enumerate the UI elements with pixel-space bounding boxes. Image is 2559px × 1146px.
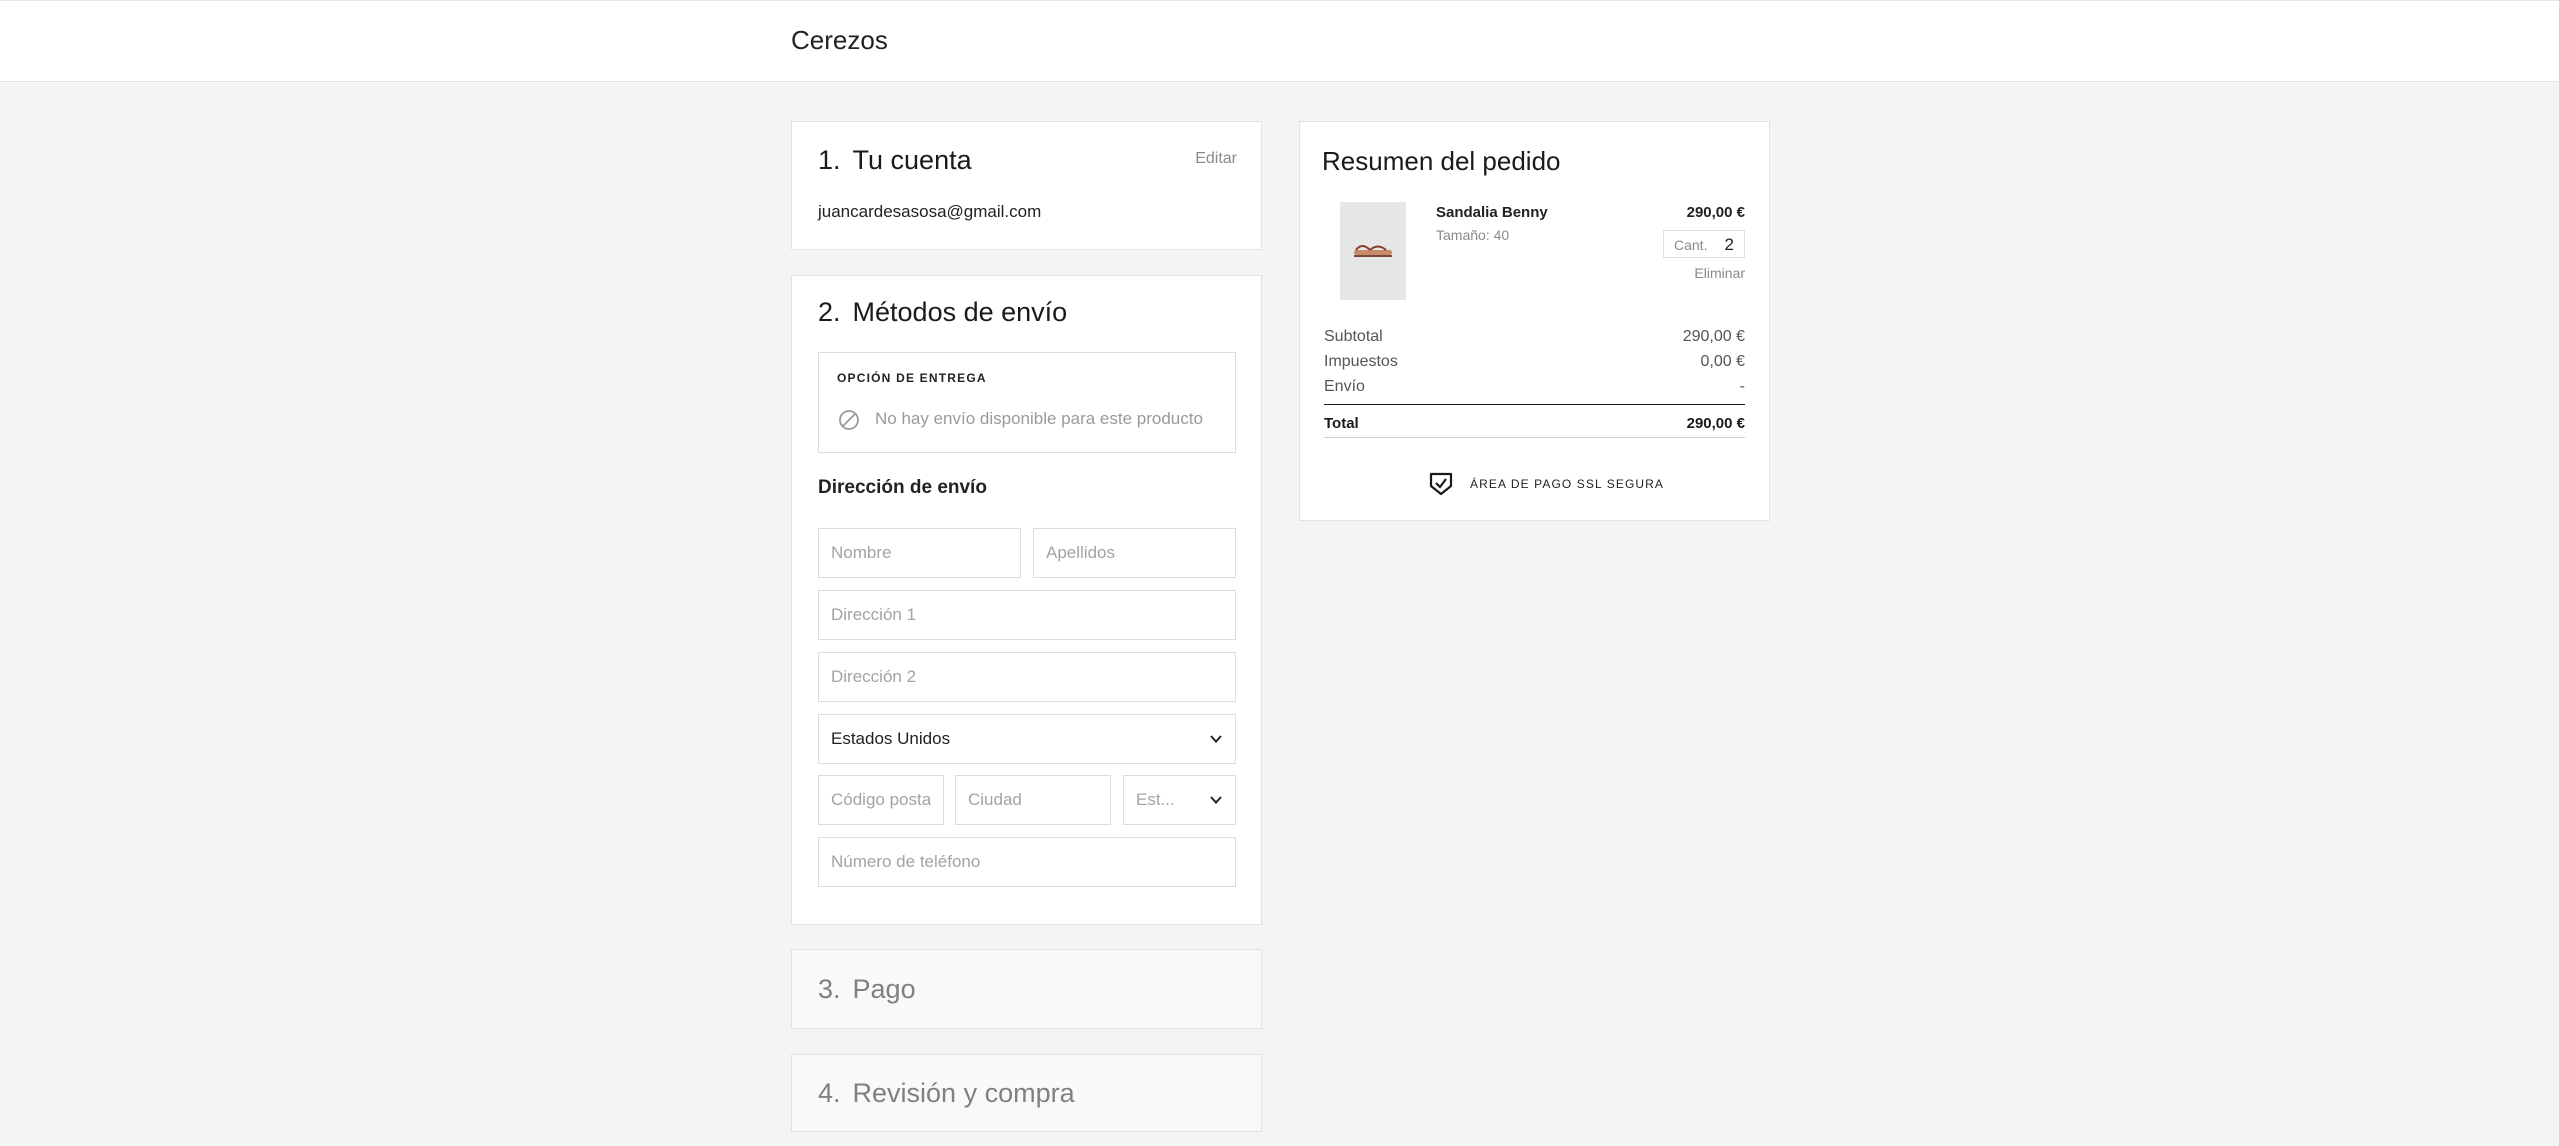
review-section[interactable]: 4. Revisión y compra [791, 1054, 1262, 1132]
tax-label: Impuestos [1324, 353, 1398, 370]
address2-input[interactable] [818, 652, 1236, 702]
step-number: 1. [818, 145, 841, 175]
sandal-image [1354, 245, 1392, 257]
total-label: Total [1324, 415, 1359, 432]
shipping-address-heading: Dirección de envío [818, 477, 987, 498]
quantity-value[interactable]: 2 [1725, 235, 1734, 255]
subtotal-row: Subtotal 290,00 € [1324, 328, 1745, 350]
first-name-input[interactable] [818, 528, 1021, 578]
product-thumbnail[interactable] [1340, 202, 1406, 300]
product-price: 290,00 € [1686, 204, 1745, 221]
summary-divider [1324, 437, 1745, 438]
product-size: Tamaño: 40 [1436, 227, 1510, 243]
shipping-section: 2. Métodos de envío OPCIÓN DE ENTREGA No … [791, 275, 1262, 925]
payment-section[interactable]: 3. Pago [791, 949, 1262, 1029]
state-placeholder: Est... [1136, 790, 1175, 809]
last-name-input[interactable] [1033, 528, 1236, 578]
total-row: Total 290,00 € [1324, 415, 1745, 437]
subtotal-label: Subtotal [1324, 328, 1383, 345]
secure-checkout-text: ÁREA DE PAGO SSL SEGURA [1470, 477, 1665, 491]
remove-item-link[interactable]: Eliminar [1694, 265, 1745, 281]
tax-value: 0,00 € [1700, 353, 1745, 370]
shipping-label: Envío [1324, 378, 1365, 395]
postal-code-input[interactable] [818, 775, 944, 825]
no-shipping-message: No hay envío disponible para este produc… [875, 409, 1203, 428]
account-section: 1. Tu cuenta Editar juancardesasosa@gmail… [791, 121, 1262, 250]
step-number: 2. [818, 297, 841, 327]
chevron-down-icon [1210, 796, 1222, 804]
quantity-stepper[interactable]: Cant. 2 [1663, 230, 1745, 258]
shipping-row: Envío - [1324, 378, 1745, 400]
account-email: juancardesasosa@gmail.com [818, 202, 1042, 221]
step-label: Tu cuenta [852, 145, 972, 175]
step-label: Métodos de envío [852, 297, 1068, 327]
delivery-option-heading: OPCIÓN DE ENTREGA [837, 371, 987, 385]
site-header: Cerezos [0, 0, 2559, 82]
payment-title: 3. Pago [818, 974, 916, 1005]
state-select[interactable]: Est... [1123, 775, 1236, 825]
delivery-option-box: OPCIÓN DE ENTREGA No hay envío disponibl… [818, 352, 1236, 453]
shipping-value: - [1739, 378, 1745, 395]
order-summary-title: Resumen del pedido [1322, 146, 1561, 176]
product-name[interactable]: Sandalia Benny [1436, 204, 1548, 221]
summary-divider [1324, 404, 1745, 405]
country-value: Estados Unidos [831, 729, 951, 748]
quantity-label: Cant. [1674, 237, 1708, 253]
shield-check-icon [1429, 472, 1453, 496]
shipping-title: 2. Métodos de envío [818, 297, 1067, 328]
prohibited-icon [839, 410, 859, 430]
subtotal-value: 290,00 € [1682, 328, 1745, 345]
tax-row: Impuestos 0,00 € [1324, 353, 1745, 375]
country-select[interactable]: Estados Unidos [818, 714, 1236, 764]
secure-checkout-badge: ÁREA DE PAGO SSL SEGURA [1428, 469, 1664, 499]
step-label: Pago [852, 974, 916, 1004]
chevron-down-icon [1210, 735, 1222, 743]
step-number: 4. [818, 1078, 841, 1108]
edit-account-link[interactable]: Editar [1195, 150, 1237, 168]
address1-input[interactable] [818, 590, 1236, 640]
phone-input[interactable] [818, 837, 1236, 887]
step-label: Revisión y compra [852, 1078, 1075, 1108]
order-summary: Resumen del pedido Sandalia Benny Tamaño… [1299, 121, 1770, 521]
total-value: 290,00 € [1686, 415, 1745, 432]
review-title: 4. Revisión y compra [818, 1078, 1075, 1109]
account-title: 1. Tu cuenta [818, 145, 972, 176]
step-number: 3. [818, 974, 841, 1004]
brand-logo[interactable]: Cerezos [791, 25, 888, 56]
city-input[interactable] [955, 775, 1111, 825]
